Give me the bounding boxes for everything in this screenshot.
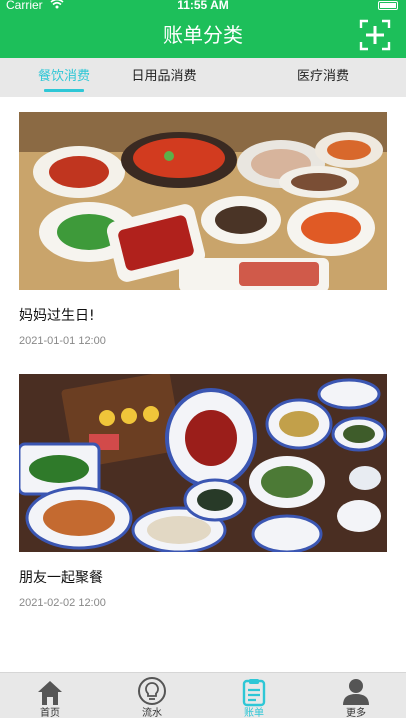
bill-date: 2021-01-01 12:00 xyxy=(19,335,106,347)
battery-icon xyxy=(378,1,398,10)
bill-photo-birthday-dinner xyxy=(19,112,387,292)
active-tab-indicator xyxy=(44,89,84,92)
bottom-tab-bill[interactable]: 账单 xyxy=(224,673,284,718)
bottom-tab-bar: 首页 流水 账单 更多 xyxy=(0,672,406,718)
tab-daily-goods[interactable]: 日用品消费 xyxy=(124,58,204,97)
bottom-tab-label: 流水 xyxy=(142,708,162,718)
nav-bar: 账单分类 xyxy=(0,12,406,58)
bill-icon xyxy=(242,679,266,707)
status-time: 11:55 AM xyxy=(177,0,229,12)
tab-medical[interactable]: 医疗消费 xyxy=(290,58,356,97)
status-bar: Carrier 11:55 AM xyxy=(0,0,406,12)
user-icon xyxy=(343,679,369,705)
bottom-tab-label: 首页 xyxy=(40,708,60,718)
bill-date: 2021-02-02 12:00 xyxy=(19,597,106,609)
bottom-tab-more[interactable]: 更多 xyxy=(326,673,386,718)
home-icon xyxy=(38,681,62,705)
page-title: 账单分类 xyxy=(163,23,243,47)
bottom-tab-label: 账单 xyxy=(244,708,264,718)
bottom-tab-home[interactable]: 首页 xyxy=(20,673,80,718)
lightbulb-icon xyxy=(138,677,166,705)
add-bill-button[interactable] xyxy=(358,18,392,52)
bill-title: 妈妈过生日! xyxy=(19,308,95,324)
bottom-tab-label: 更多 xyxy=(346,708,366,718)
category-tabs: 餐饮消费 日用品消费 医疗消费 xyxy=(0,58,406,97)
bill-card[interactable]: 妈妈过生日! 2021-01-01 12:00 xyxy=(19,112,387,348)
bottom-tab-flow[interactable]: 流水 xyxy=(122,673,182,718)
bill-card[interactable]: 朋友一起聚餐 2021-02-02 12:00 xyxy=(17,371,387,610)
bill-photo-friends-dinner xyxy=(17,371,387,554)
bill-title: 朋友一起聚餐 xyxy=(19,570,103,586)
